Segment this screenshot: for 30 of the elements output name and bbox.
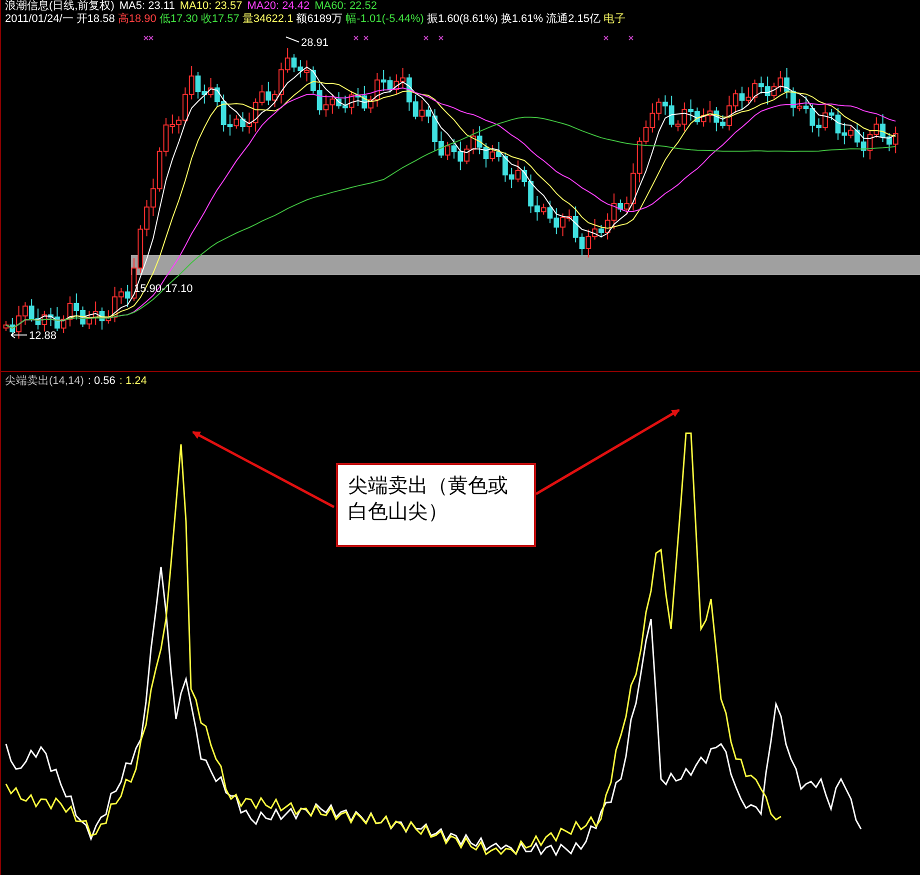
header-value: 开18.58 [76, 13, 115, 26]
header-value: MA60: 22.52 [314, 0, 377, 13]
cross-marker-icon [354, 36, 358, 40]
indicator-value: : 1.24 [119, 374, 147, 389]
header-value: 低17.30 [159, 13, 198, 26]
cross-marker-icon [604, 36, 608, 40]
callout-box: 尖端卖出（黄色或白色山尖） [336, 463, 536, 547]
low-price-label: 12.88 [29, 330, 57, 342]
header-value: 振1.60(8.61%) [426, 13, 498, 26]
header-value: 额6189万 [296, 13, 343, 26]
cross-marker-icon [438, 36, 444, 40]
cross-marker-icon [628, 36, 634, 40]
header-value: MA10: 23.57 [180, 0, 242, 13]
header-value: 幅-1.01(-5.44%) [346, 13, 424, 26]
header-value: 流通2.15亿 [546, 13, 600, 26]
header-value: 电子 [604, 13, 626, 26]
header-value: 高18.90 [118, 13, 156, 26]
arrow-icon [10, 332, 28, 338]
cross-marker-icon [424, 36, 428, 40]
indicator-value: : 0.56 [88, 374, 116, 389]
indicator-title: 尖端卖出(14,14) [5, 374, 84, 389]
header-value: MA20: 24.42 [247, 0, 310, 12]
header-value: 浪潮信息(日线,前复权) [5, 0, 114, 13]
header-value: 量34622.1 [242, 13, 294, 26]
cross-marker-icon [364, 36, 368, 40]
header-value: 收17.57 [200, 13, 240, 26]
header-value: 2011/01/24/一 [5, 13, 74, 26]
high-price-label: 28.91 [301, 37, 329, 49]
header-value: MA5: 23.11 [119, 0, 175, 12]
header-value: 换1.61% [500, 13, 544, 26]
